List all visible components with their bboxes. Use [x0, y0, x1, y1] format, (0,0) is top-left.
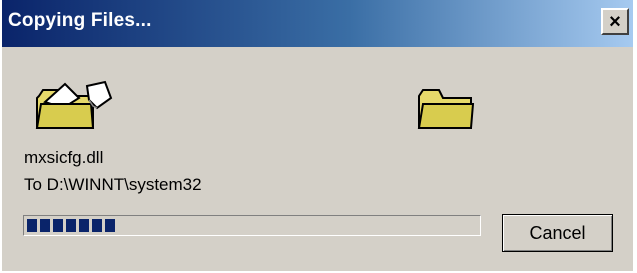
destination-folder-icon — [417, 89, 475, 129]
source-folder-icon — [35, 80, 113, 129]
cancel-button[interactable]: Cancel — [502, 214, 613, 252]
progress-block — [79, 219, 89, 232]
progress-fill — [27, 219, 115, 232]
window-title: Copying Files... — [8, 10, 152, 31]
progress-block — [53, 219, 63, 232]
copy-progress-bar — [23, 215, 481, 236]
copy-files-dialog: Copying Files... × mxsicfg.dll To D:\WIN… — [2, 0, 633, 271]
close-icon: × — [609, 10, 621, 33]
title-bar[interactable]: Copying Files... × — [2, 0, 633, 47]
close-button[interactable]: × — [601, 8, 629, 35]
progress-block — [40, 219, 50, 232]
progress-block — [105, 219, 115, 232]
progress-block — [66, 219, 76, 232]
progress-block — [92, 219, 102, 232]
file-name-label: mxsicfg.dll — [24, 148, 104, 167]
destination-label: To D:\WINNT\system32 — [24, 175, 202, 194]
progress-block — [27, 219, 37, 232]
